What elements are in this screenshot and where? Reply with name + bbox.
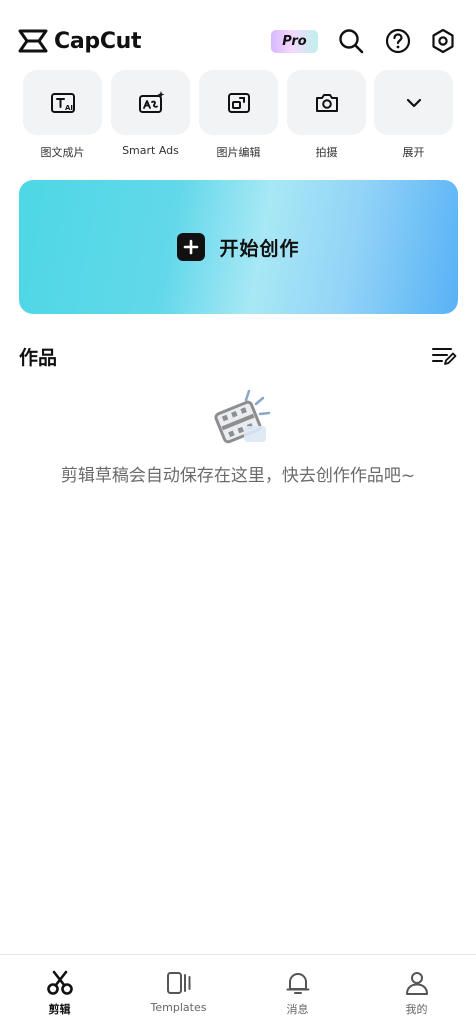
tool-expand[interactable]: 展开 <box>374 70 453 162</box>
manage-works-button[interactable] <box>431 344 457 368</box>
nav-label: 剪辑 <box>48 1003 71 1016</box>
tool-camera[interactable]: 拍摄 <box>287 70 366 162</box>
pro-badge[interactable]: Pro <box>271 30 318 53</box>
templates-icon <box>165 969 193 997</box>
chevron-down-icon <box>406 98 421 107</box>
image-edit-icon <box>227 92 250 113</box>
nav-tab-profile[interactable]: 我的 <box>357 955 476 1024</box>
capcut-logo-icon <box>18 29 48 53</box>
settings-hexagon-icon <box>432 28 454 54</box>
nav-label: 消息 <box>286 1003 309 1016</box>
settings-button[interactable] <box>429 27 457 55</box>
tool-box[interactable]: AI <box>23 70 102 135</box>
text-to-video-icon: AI <box>50 92 75 113</box>
profile-icon <box>403 969 431 997</box>
plus-icon <box>177 233 206 261</box>
empty-drafts-message: 剪辑草稿会自动保存在这里，快去创作作品吧~ <box>60 466 416 486</box>
capcut-logo: CapCut <box>18 28 142 54</box>
app-name: CapCut <box>54 28 142 54</box>
scissors-icon <box>46 969 74 997</box>
tool-label: 图文成片 <box>40 146 85 159</box>
tool-box[interactable] <box>287 70 366 135</box>
help-button[interactable] <box>384 27 412 55</box>
camera-icon <box>315 93 338 112</box>
tool-label: 拍摄 <box>315 146 338 159</box>
tool-label: 图片编辑 <box>216 146 261 159</box>
search-icon <box>339 29 364 54</box>
help-icon <box>385 28 411 54</box>
tool-label: 展开 <box>402 146 425 159</box>
nav-tab-edit[interactable]: 剪辑 <box>0 955 119 1024</box>
bell-icon <box>284 969 312 997</box>
tool-smart-ads[interactable]: Smart Ads <box>111 70 190 162</box>
nav-tab-templates[interactable]: Templates <box>119 955 238 1024</box>
search-button[interactable] <box>337 27 365 55</box>
edit-list-icon <box>432 348 457 365</box>
nav-label: Templates <box>150 1001 207 1014</box>
tool-text-to-video[interactable]: AI 图文成片 <box>23 70 102 162</box>
tools-row: AI 图文成片 Smart Ads 图片编辑 拍摄 展开 <box>23 70 453 162</box>
start-create-label: 开始创作 <box>219 237 300 260</box>
tool-label: Smart Ads <box>122 144 179 157</box>
tool-image-edit[interactable]: 图片编辑 <box>199 70 278 162</box>
bottom-navigation: 剪辑 Templates 消息 我的 <box>0 954 476 1024</box>
tool-box[interactable] <box>374 70 453 135</box>
tool-box[interactable] <box>111 70 190 135</box>
tool-box[interactable] <box>199 70 278 135</box>
start-create-button[interactable]: 开始创作 <box>19 180 458 314</box>
nav-tab-messages[interactable]: 消息 <box>238 955 357 1024</box>
svg-text:AI: AI <box>65 104 73 112</box>
capcut-home-screen: CapCut Pro AI 图文成片 Smart Ads 图片编辑 拍摄 展开 … <box>0 0 476 1024</box>
works-section-title: 作品 <box>19 347 58 369</box>
empty-drafts-illustration <box>214 389 271 444</box>
nav-label: 我的 <box>405 1003 428 1016</box>
smart-ads-icon <box>138 90 164 113</box>
